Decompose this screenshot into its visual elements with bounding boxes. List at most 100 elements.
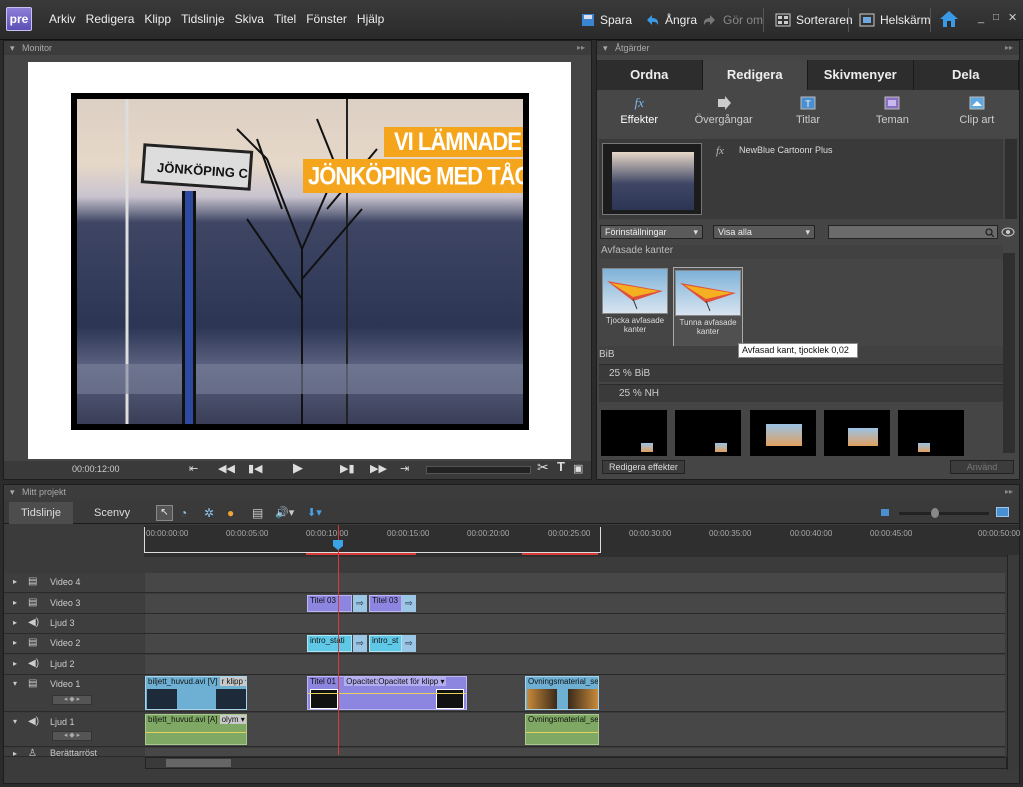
expand-arrow-icon[interactable]: ▸ (13, 659, 17, 668)
selection-tool-icon[interactable]: ↖ (156, 505, 173, 521)
pip-preset[interactable] (675, 410, 741, 456)
presets-scrollbar[interactable] (1003, 253, 1015, 453)
menu-titel[interactable]: Titel (269, 12, 301, 26)
group-bevel[interactable]: Avfasade kanter (599, 245, 1003, 259)
clip-biljett-audio[interactable]: biljett_huvud.avi [A] olym ▾ (145, 714, 247, 745)
clip-fx-menu[interactable]: r klipp ▾ (219, 677, 246, 686)
clip-ovningsmaterial-audio[interactable]: Ovningsmaterial_se (525, 714, 599, 745)
menu-skiva[interactable]: Skiva (230, 12, 269, 26)
clip-titel01[interactable]: Titel 01 Opacitet:Opacitet för klipp ▾ (307, 676, 467, 710)
tab-redigera[interactable]: Redigera (702, 60, 808, 90)
fullscreen-button[interactable]: Helskärm (853, 8, 937, 32)
effect-preview-thumb[interactable] (602, 143, 702, 215)
clip-intro[interactable]: intro_stati (307, 635, 352, 652)
play-icon[interactable]: ▶ (293, 460, 303, 476)
menu-klipp[interactable]: Klipp (139, 12, 176, 26)
properties-icon[interactable]: ▤ (252, 506, 263, 520)
track-lane[interactable]: biljett_huvud.avi [V] r klipp ▾ Titel 01… (145, 675, 1005, 711)
shuttle-slider[interactable] (426, 466, 531, 474)
split-clip-icon[interactable]: ✂ (537, 459, 549, 476)
menu-redigera[interactable]: Redigera (81, 12, 140, 26)
tab-timeline[interactable]: Tidslinje (9, 502, 73, 524)
zoom-in-icon[interactable] (996, 507, 1009, 517)
track-lane[interactable] (145, 655, 1005, 674)
transition-icon[interactable]: ⇨ (353, 595, 367, 612)
opacity-line[interactable] (308, 693, 466, 694)
subtab-overgangar[interactable]: Övergångar (681, 90, 765, 138)
organizer-button[interactable]: Sorteraren (769, 8, 859, 32)
apply-button[interactable]: Använd (950, 460, 1014, 474)
track-lane[interactable] (145, 614, 1005, 633)
menu-fonster[interactable]: Fönster (301, 12, 352, 26)
subtab-teman[interactable]: Teman (850, 90, 934, 138)
transition-icon[interactable]: ⇨ (353, 635, 367, 652)
goto-start-icon[interactable]: ⇤ (189, 462, 198, 475)
show-all-dropdown[interactable]: Visa alla (713, 225, 815, 239)
expand-arrow-icon[interactable]: ▸ (13, 638, 17, 647)
rewind-icon[interactable]: ◀◀ (218, 462, 235, 475)
tab-skivmenyer[interactable]: Skivmenyer (808, 60, 914, 90)
clip-biljett-video[interactable]: biljett_huvud.avi [V] r klipp ▾ (145, 676, 247, 710)
clip-titel03[interactable]: Titel 03 (369, 595, 402, 612)
time-stretch-icon[interactable]: ◔ (180, 506, 187, 520)
pip-preset[interactable] (750, 410, 816, 456)
clip-opacity-menu[interactable]: Opacitet:Opacitet för klipp ▾ (344, 677, 447, 686)
zoom-out-icon[interactable] (881, 509, 889, 516)
save-button[interactable]: Spara (575, 8, 638, 32)
track-lane[interactable] (145, 573, 1005, 592)
maximize-button[interactable]: □ (993, 12, 999, 23)
menu-arkiv[interactable]: Arkiv (44, 12, 81, 26)
collapse-arrow-icon[interactable]: ▾ (13, 717, 17, 726)
close-button[interactable]: ✕ (1008, 11, 1017, 24)
tab-ordna[interactable]: Ordna (597, 60, 703, 90)
work-area[interactable] (144, 527, 601, 553)
clip-intro[interactable]: intro_st (369, 635, 402, 652)
add-text-icon[interactable]: T (557, 459, 565, 474)
volume-line[interactable] (146, 732, 246, 733)
transition-icon[interactable]: ⇨ (402, 595, 416, 612)
step-forward-icon[interactable]: ▶▮ (340, 462, 355, 475)
clip-titel03[interactable]: Titel 03 (307, 595, 352, 612)
fast-forward-icon[interactable]: ▶▶ (370, 462, 387, 475)
tab-scene[interactable]: Scenvy (82, 502, 142, 524)
effect-scrollbar[interactable] (1005, 139, 1017, 219)
collapse-arrow-icon[interactable]: ▾ (13, 679, 17, 688)
timeline-hscrollbar[interactable] (145, 757, 1007, 769)
track-lane[interactable] (145, 748, 1005, 756)
expand-arrow-icon[interactable]: ▸ (13, 577, 17, 586)
preset-thick-bevel[interactable]: Tjocka avfasade kanter (600, 266, 670, 346)
group-nh-25[interactable]: 25 % NH (599, 384, 1003, 402)
minimize-button[interactable]: _ (978, 12, 984, 24)
effects-search-input[interactable] (828, 225, 998, 239)
keyframe-nav[interactable]: ◂ ◆ ▸ (52, 695, 92, 705)
redo-button[interactable]: Gör om (696, 8, 769, 32)
smart-mix-icon[interactable]: ✲ (204, 506, 214, 520)
pip-preset[interactable] (898, 410, 964, 456)
freeze-frame-icon[interactable]: ▣ (573, 462, 583, 475)
expand-arrow-icon[interactable]: ▸ (13, 749, 17, 756)
undo-button[interactable]: Ångra (638, 8, 703, 32)
step-back-icon[interactable]: ▮◀ (248, 462, 263, 475)
panel-menu-icon[interactable]: ▸▸ (577, 43, 585, 52)
tab-dela[interactable]: Dela (913, 60, 1019, 90)
smart-trim-icon[interactable]: ● (227, 506, 234, 520)
track-lane[interactable]: Titel 03 ⇨ Titel 03 ⇨ (145, 594, 1005, 613)
scroll-thumb[interactable] (166, 759, 231, 767)
track-lane[interactable]: biljett_huvud.avi [A] olym ▾ Ovningsmate… (145, 713, 1005, 746)
effect-name[interactable]: NewBlue Cartoonr Plus (739, 145, 833, 155)
keyframe-nav[interactable]: ◂ ◆ ▸ (52, 731, 92, 741)
pip-preset[interactable] (824, 410, 890, 456)
zoom-slider[interactable] (899, 512, 989, 515)
edit-effects-button[interactable]: Redigera effekter (602, 460, 685, 474)
subtab-clipart[interactable]: Clip art (935, 90, 1019, 138)
menu-hjalp[interactable]: Hjälp (352, 12, 389, 26)
subtab-titlar[interactable]: T Titlar (766, 90, 850, 138)
goto-end-icon[interactable]: ⇥ (400, 462, 409, 475)
expand-arrow-icon[interactable]: ▸ (13, 618, 17, 627)
group-pip-25[interactable]: 25 % BiB (599, 364, 1003, 382)
eye-icon[interactable] (1001, 227, 1015, 237)
monitor-canvas[interactable]: JÖNKÖPING C VI LÄMNADE JÖNKÖPING MED TÅG (28, 62, 571, 459)
home-icon[interactable] (939, 10, 959, 28)
subtab-effekter[interactable]: fx Effekter (597, 90, 681, 138)
panel-menu-icon[interactable]: ▸▸ (1005, 43, 1013, 52)
